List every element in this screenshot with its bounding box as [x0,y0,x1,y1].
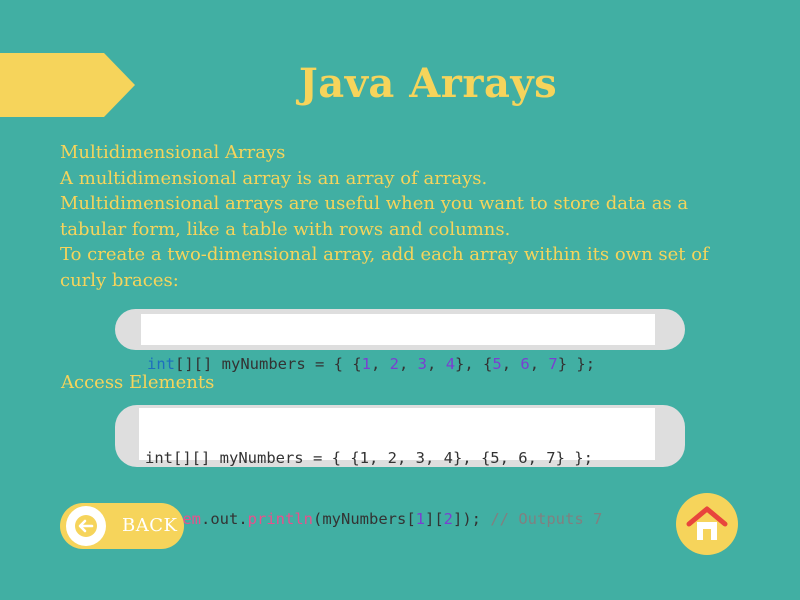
access-elements-heading: Access Elements [61,372,215,393]
code-line: System.out.println(myNumbers[1][2]); // … [145,507,649,532]
intro-line: To create a two-dimensional array, add e… [60,244,709,265]
code-token: 6 [520,355,530,373]
code-token: 1 [361,355,371,373]
code-line: int[][] myNumbers = { {1, 2, 3, 4}, {5, … [145,449,593,467]
code-token: [][] myNumbers = { { [175,355,362,373]
code-line: int[][] myNumbers = { {1, 2, 3, 4}, {5, … [147,352,649,377]
code-example-access: int[][] myNumbers = { {1, 2, 3, 4}, {5, … [139,408,655,528]
intro-line: tabular form, like a table with rows and… [60,218,511,240]
code-token: .out. [201,510,248,528]
code-token: 3 [417,355,428,373]
code-token: 1 [415,510,425,528]
code-token: , [529,355,549,373]
home-icon [686,506,728,540]
code-token: , [399,355,418,373]
intro-subtitle: Multidimensional Arrays [60,142,286,163]
code-token: // Outputs 7 [490,510,603,528]
code-token: ][ [425,510,444,528]
code-token: (myNumbers[ [313,510,416,528]
code-token: }, { [455,355,493,373]
code-token: println [247,510,313,528]
code-token: , [501,355,521,373]
code-token: ]); [453,510,491,528]
intro-line: curly braces: [60,269,179,291]
code-token: int [147,355,175,373]
code-token: , [427,355,446,373]
back-icon-circle [66,506,106,546]
code-token: 7 [548,355,558,373]
page-title: Java Arrays [298,60,558,107]
intro-line: Multidimensional arrays are useful when … [60,193,689,214]
code-token: , [370,355,390,373]
back-button[interactable]: BACK [60,503,184,549]
code-token: 2 [389,355,399,373]
code-token: 4 [445,355,456,373]
code-token: } }; [557,355,596,373]
back-button-label: BACK [122,515,178,536]
intro-text: Multidimensional Arrays A multidimension… [60,140,750,293]
code-example-declare: int[][] myNumbers = { {1, 2, 3, 4}, {5, … [141,314,655,373]
home-button[interactable] [676,493,738,555]
code-token: 2 [443,510,454,528]
intro-line: A multidimensional array is an array of … [60,167,488,189]
code-token: 5 [492,355,502,373]
arrow-left-icon [75,515,97,537]
